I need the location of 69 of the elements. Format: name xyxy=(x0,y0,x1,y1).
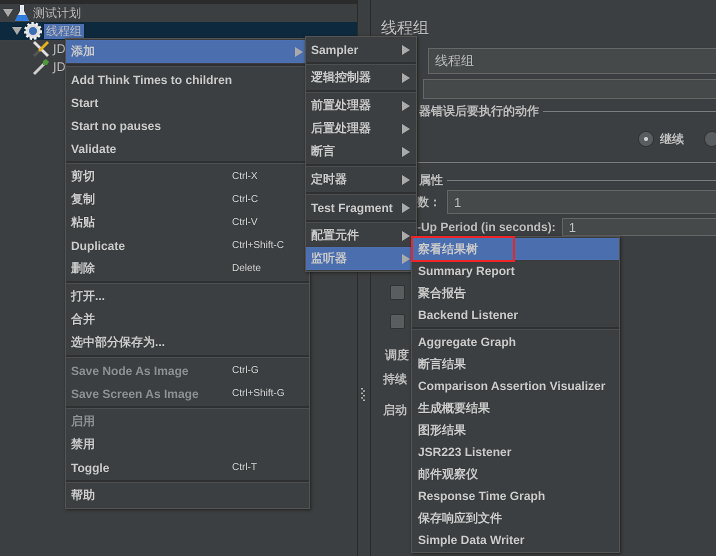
checkbox[interactable] xyxy=(390,314,405,328)
shortcut-label: Ctrl-T xyxy=(232,462,257,473)
menu-item[interactable]: 断言结果 xyxy=(412,353,619,375)
menu-item[interactable]: Backend Listener xyxy=(412,304,619,326)
menu-item[interactable]: 合并 xyxy=(66,308,309,331)
tree-item[interactable]: JD xyxy=(51,42,68,56)
menu-item[interactable]: 图形结果 xyxy=(412,419,619,441)
checkbox[interactable] xyxy=(390,284,405,300)
menu-item[interactable]: 前置处理器 xyxy=(306,94,416,117)
menu-item[interactable]: 禁用 xyxy=(66,433,309,456)
panel-title: 线程组 xyxy=(381,18,430,38)
shortcut-label: Ctrl-V xyxy=(232,217,258,228)
menu-item[interactable]: 断言 xyxy=(306,140,416,163)
menu-item[interactable]: Start no pauses xyxy=(66,114,309,137)
expand-arrow-icon[interactable] xyxy=(12,27,22,35)
radio-button[interactable] xyxy=(704,131,716,147)
menu-item[interactable]: 粘贴 Ctrl-V xyxy=(66,211,309,234)
menu-item[interactable]: 帮助 xyxy=(66,484,309,507)
menu-item[interactable]: 保存响应到文件 xyxy=(412,507,619,529)
menu-item[interactable]: 复制 Ctrl-C xyxy=(66,188,309,211)
menu-item[interactable]: 逻辑控制器 xyxy=(306,66,416,89)
field-label: 启动 xyxy=(383,402,407,418)
radio-button[interactable] xyxy=(638,131,654,147)
menu-item[interactable]: 邮件观察仪 xyxy=(412,463,619,485)
menu-item[interactable]: Comparison Assertion Visualizer xyxy=(412,375,619,397)
tree-item[interactable]: JD xyxy=(51,60,68,74)
menu-item[interactable]: 选中部分保存为... xyxy=(66,331,309,354)
menu-item[interactable]: Duplicate Ctrl+Shift-C xyxy=(66,234,309,257)
gear-icon xyxy=(24,22,42,40)
menu-item[interactable]: 剪切 Ctrl-X xyxy=(66,165,309,188)
menu-item[interactable]: Start xyxy=(66,91,309,114)
shortcut-label: Ctrl-G xyxy=(232,365,259,376)
tools-icon xyxy=(33,41,49,57)
shortcut-label: Delete xyxy=(232,263,261,274)
radio-label: 继续 xyxy=(660,130,684,148)
menu-item[interactable]: Add Think Times to children xyxy=(66,68,309,91)
menu-item[interactable]: 打开... xyxy=(66,285,309,308)
shortcut-label: Ctrl+Shift-G xyxy=(232,388,285,399)
expand-arrow-icon[interactable] xyxy=(3,9,13,17)
menu-item[interactable]: Sampler xyxy=(306,38,416,61)
field-label: 数： xyxy=(417,194,441,210)
field-label: -Up Period (in seconds): xyxy=(417,220,556,234)
comment-field[interactable] xyxy=(423,79,716,99)
menu-item[interactable]: 聚合报告 xyxy=(412,282,619,304)
menu-item[interactable]: JSR223 Listener xyxy=(412,441,619,463)
menu-item[interactable]: Aggregate Graph xyxy=(412,331,619,353)
section-title: 属性 xyxy=(419,172,443,188)
pipette-icon xyxy=(33,59,49,75)
menu-item[interactable]: 定时器 xyxy=(306,168,416,191)
flask-icon xyxy=(15,5,29,21)
threads-field[interactable]: 1 xyxy=(447,190,716,214)
menu-item[interactable]: Simple Data Writer xyxy=(412,529,619,551)
name-field[interactable]: 线程组 xyxy=(428,48,716,74)
section-title: 器错误后要执行的动作 xyxy=(419,102,539,120)
splitter-grip-icon[interactable] xyxy=(361,388,365,402)
menu-item[interactable]: 生成概要结果 xyxy=(412,397,619,419)
menu-item[interactable]: Test Fragment xyxy=(306,196,416,219)
shortcut-label: Ctrl+Shift-C xyxy=(232,240,284,251)
section-title: 调度 xyxy=(385,346,409,364)
menu-item[interactable]: Response Time Graph xyxy=(412,485,619,507)
field-label: 持续 xyxy=(383,370,407,388)
tree-item[interactable]: 测试计划 xyxy=(31,6,83,20)
menu-item[interactable]: Validate xyxy=(66,137,309,160)
rampup-field[interactable]: 1 xyxy=(562,218,716,236)
menu-item[interactable]: 删除 Delete xyxy=(66,257,309,280)
shortcut-label: Ctrl-X xyxy=(232,171,258,182)
menu-item[interactable]: 后置处理器 xyxy=(306,117,416,140)
shortcut-label: Ctrl-C xyxy=(232,194,258,205)
menu-item[interactable]: Toggle Ctrl-T xyxy=(66,456,309,479)
